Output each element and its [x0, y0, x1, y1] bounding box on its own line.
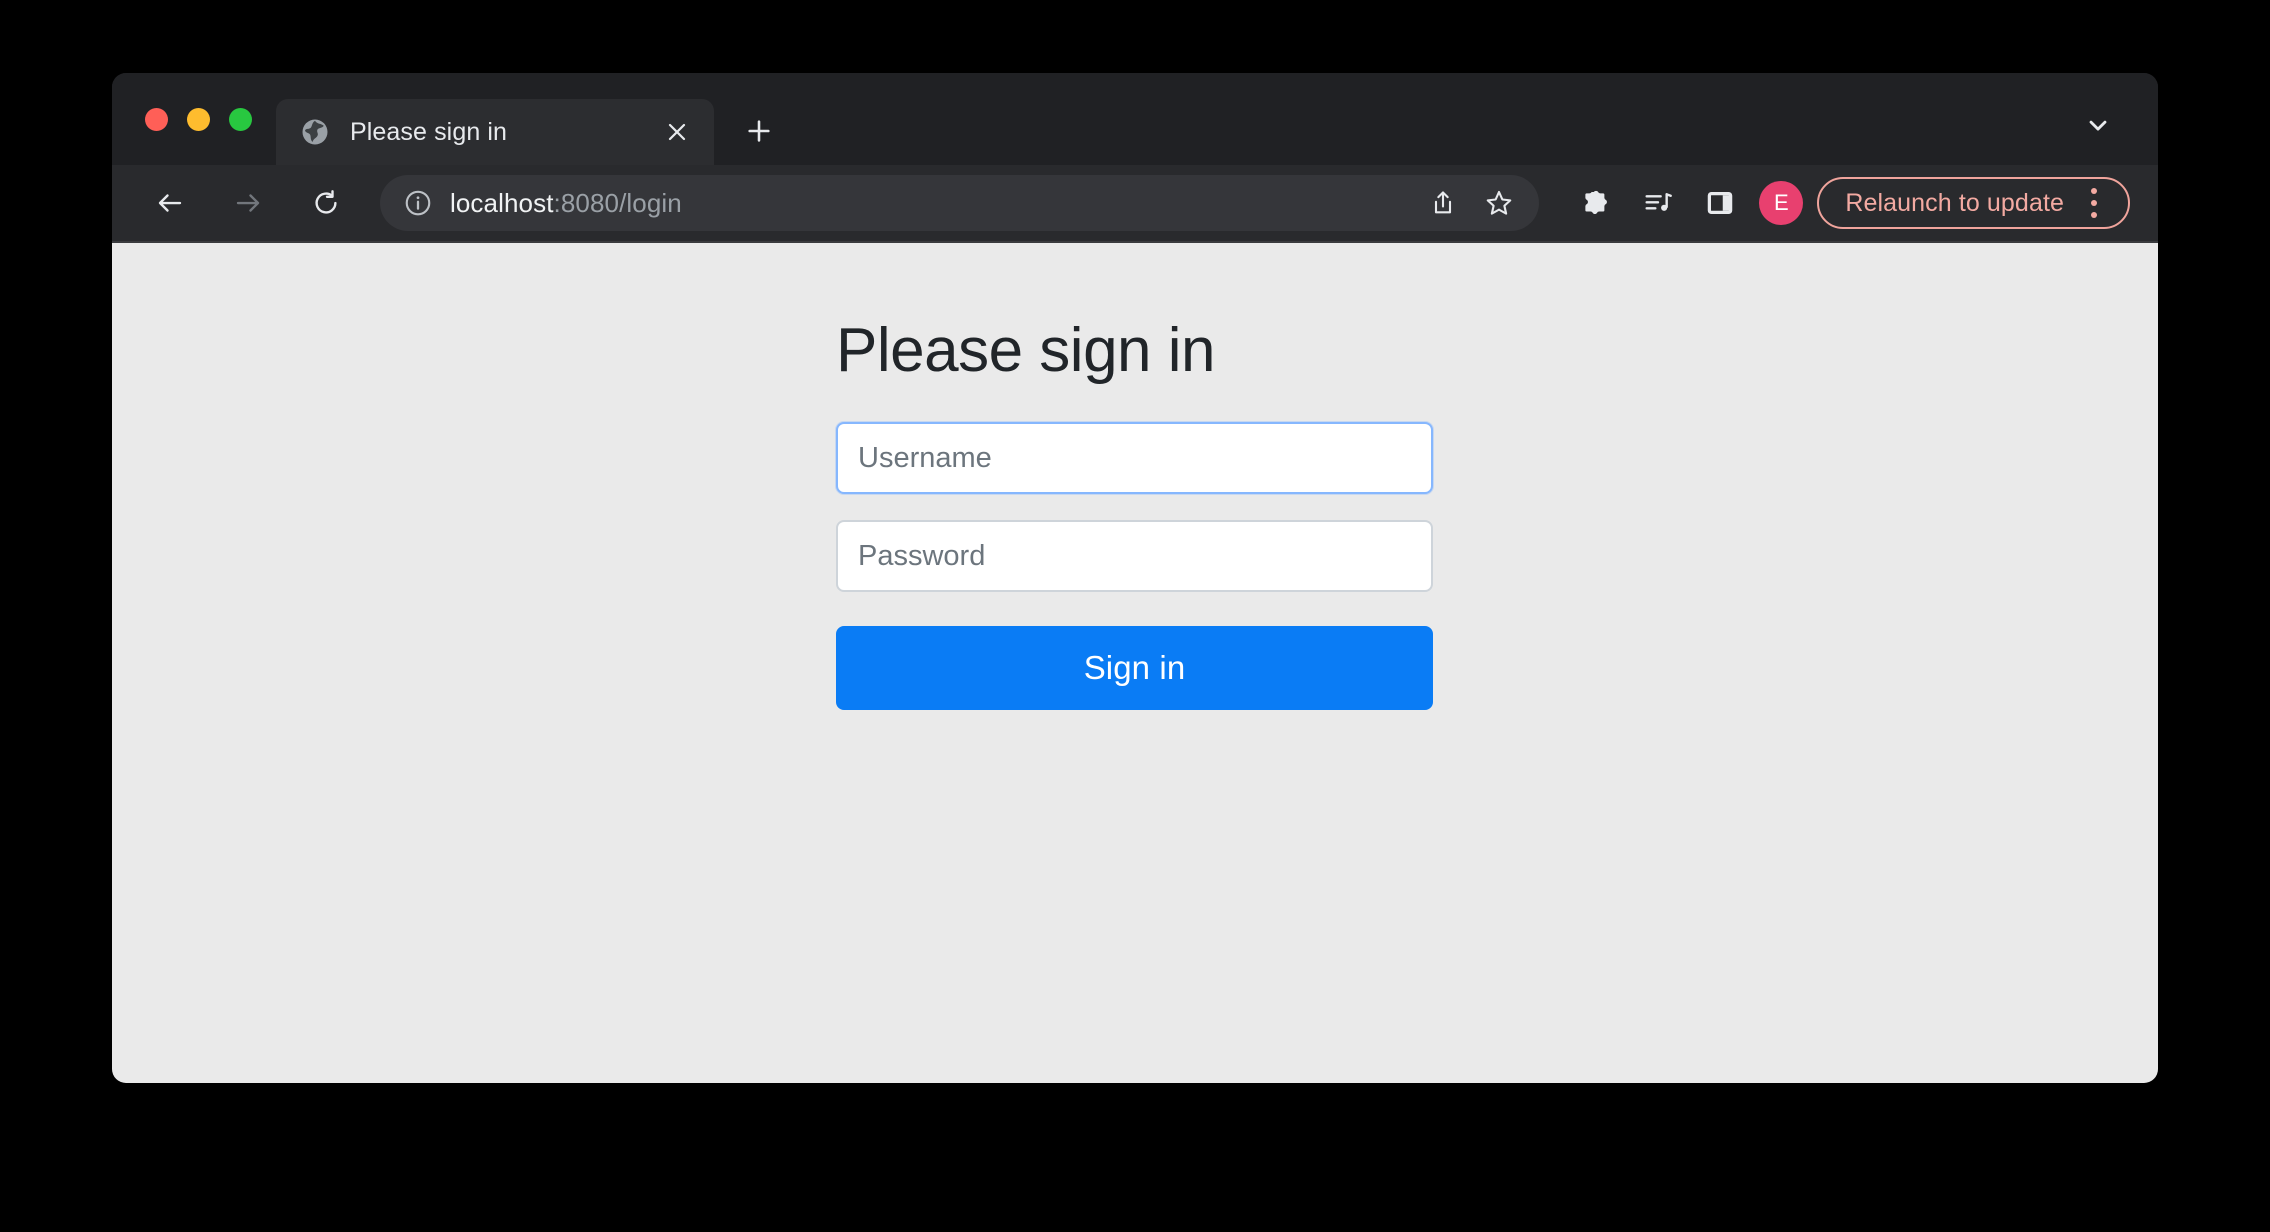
browser-toolbar: localhost:8080/login E Relaunch to updat… — [112, 165, 2158, 243]
browser-window: Please sign in localhost:8080/login E Re… — [112, 73, 2158, 1083]
maximize-window-button[interactable] — [229, 107, 252, 131]
url-text: localhost:8080/login — [450, 188, 1407, 219]
window-traffic-lights — [137, 73, 276, 165]
url-path: :8080/login — [553, 187, 682, 218]
sign-in-form: Please sign in Sign in — [836, 315, 1433, 711]
page-title: Please sign in — [836, 316, 1216, 385]
info-circle-icon[interactable] — [402, 187, 434, 219]
browser-tab-active[interactable]: Please sign in — [276, 99, 714, 165]
side-panel-icon[interactable] — [1693, 176, 1747, 230]
share-icon[interactable] — [1417, 177, 1469, 229]
forward-arrow-icon — [220, 175, 276, 231]
sign-in-button[interactable]: Sign in — [836, 626, 1433, 711]
back-arrow-icon[interactable] — [142, 175, 198, 231]
tab-search-button[interactable] — [2072, 99, 2124, 151]
close-window-button[interactable] — [145, 107, 168, 131]
omnibox-actions — [1417, 177, 1525, 229]
reload-icon[interactable] — [298, 175, 354, 231]
relaunch-label: Relaunch to update — [1845, 188, 2064, 217]
relaunch-to-update-button[interactable]: Relaunch to update — [1817, 177, 2130, 229]
avatar-initial: E — [1774, 190, 1789, 215]
password-input[interactable] — [836, 520, 1433, 593]
page-content: Please sign in Sign in — [112, 243, 2158, 1083]
tab-title: Please sign in — [350, 119, 508, 145]
field-spacer — [836, 494, 1433, 520]
minimize-window-button[interactable] — [187, 107, 210, 131]
avatar[interactable]: E — [1759, 181, 1804, 225]
username-input[interactable] — [836, 422, 1433, 495]
puzzle-piece-icon[interactable] — [1569, 176, 1623, 230]
new-tab-button[interactable] — [730, 102, 788, 160]
toolbar-icon-group — [1569, 176, 1747, 230]
submit-spacer — [836, 592, 1433, 626]
tab-strip: Please sign in — [112, 73, 2158, 165]
globe-icon — [300, 117, 330, 147]
close-tab-button[interactable] — [654, 109, 700, 155]
three-dot-menu-icon[interactable] — [2074, 181, 2114, 225]
address-bar[interactable]: localhost:8080/login — [380, 175, 1540, 231]
url-host: localhost — [450, 187, 554, 218]
star-icon[interactable] — [1473, 177, 1525, 229]
media-control-icon[interactable] — [1631, 176, 1685, 230]
